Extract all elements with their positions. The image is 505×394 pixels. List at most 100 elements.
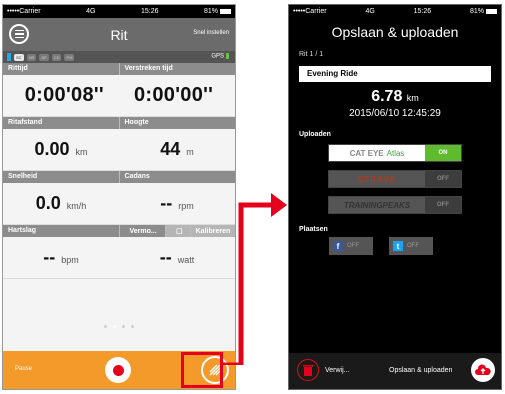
- network-label: 4G: [365, 8, 375, 15]
- altitude-label: Hoogte: [118, 117, 236, 129]
- twitter-toggle[interactable]: t OFF: [389, 237, 433, 255]
- gps-signal-icon: [226, 53, 229, 59]
- upload-button-highlight: [181, 352, 223, 388]
- place-section-label: Plaatsen: [299, 226, 328, 233]
- speed-label: Snelheid: [8, 173, 38, 180]
- battery-icon: [220, 8, 231, 14]
- cadence-value: --: [160, 193, 173, 213]
- social-row: f OFF t OFF: [289, 237, 501, 255]
- page-title: Opslaan & uploaden: [331, 24, 459, 40]
- action-bar: Verwij... Opslaan & uploaden: [289, 353, 501, 389]
- ride-screen: •••••Carrier 4G 15:26 81% Rit Snel inste…: [2, 4, 236, 390]
- ride-time-value: 0:00'08'': [24, 84, 104, 106]
- strava-switch[interactable]: OFF: [425, 171, 461, 187]
- ride-distance-label: Ritafstand: [8, 119, 43, 126]
- power-value: --: [159, 247, 172, 267]
- clock-label: 15:26: [140, 8, 159, 15]
- cadence-unit: rpm: [178, 201, 194, 211]
- arrow-icon: [223, 193, 287, 365]
- cateye-suffix: Atlas: [386, 148, 405, 158]
- cateye-atlas-toggle[interactable]: CAT EYE Atlas ON: [328, 144, 462, 162]
- battery-label: 81%: [469, 8, 484, 15]
- power-unit: watt: [177, 255, 195, 265]
- status-bar: •••••Carrier 4G 15:26 81%: [289, 5, 501, 18]
- facebook-icon: f: [333, 241, 343, 251]
- ride-distance-unit: km: [75, 147, 88, 157]
- sensor-sc: SC: [14, 53, 24, 61]
- facebook-state: OFF: [347, 243, 359, 249]
- distance-values: 0.00 km 44 m: [3, 129, 235, 171]
- carrier-label: •••••Carrier: [7, 8, 41, 15]
- trash-icon: [303, 365, 313, 376]
- altitude-unit: m: [186, 147, 194, 157]
- trainingpeaks-toggle[interactable]: TRAININGPEAKS OFF: [328, 196, 462, 214]
- ride-time-label: Rittijd: [8, 65, 28, 72]
- time-values: 0:00'08'' 0:00'00'': [3, 75, 235, 117]
- facebook-toggle[interactable]: f OFF: [329, 237, 373, 255]
- page-title: Rit: [110, 26, 128, 43]
- speed-values: 0.0 km/h -- rpm: [3, 183, 235, 225]
- delete-button[interactable]: [297, 359, 319, 381]
- network-label: 4G: [86, 8, 96, 15]
- ride-datetime: 2015/06/10 12:45:29: [349, 108, 441, 119]
- battery-icon: [485, 8, 497, 14]
- upload-section-label: Uploaden: [299, 131, 331, 138]
- battery-indicator: 81%: [204, 8, 231, 15]
- sensor-cd: CD: [51, 53, 62, 61]
- twitter-state: OFF: [407, 243, 419, 249]
- calibrate-icon: ▢: [176, 228, 183, 235]
- data-header-row: Rittijd Verstreken tijd: [3, 63, 235, 75]
- record-icon: [112, 364, 124, 376]
- strava-logo: STRAVA: [329, 171, 425, 187]
- carrier-label: •••••Carrier: [293, 8, 327, 15]
- distance-unit: km: [406, 93, 419, 103]
- distance-value: 6.78: [371, 88, 403, 105]
- altitude-value: 44: [160, 139, 181, 159]
- clock-label: 15:26: [413, 8, 432, 15]
- save-upload-screen: •••••Carrier 4G 15:26 81% Opslaan & uplo…: [288, 4, 502, 390]
- ride-name-field[interactable]: Evening Ride: [299, 66, 491, 82]
- ride-distance-value: 0.00: [34, 139, 70, 159]
- menu-button[interactable]: [9, 24, 29, 44]
- sensor-pm: PM: [64, 53, 75, 61]
- page-indicator: [3, 325, 235, 328]
- cateye-name: CAT EYE: [349, 148, 384, 158]
- cloud-upload-icon: [475, 364, 491, 375]
- save-upload-label[interactable]: Opslaan & uploaden: [389, 367, 452, 374]
- speed-value: 0.0: [35, 193, 61, 213]
- pause-label[interactable]: Pause: [15, 366, 32, 372]
- heart-rate-unit: bpm: [61, 255, 79, 265]
- distance-display: 6.78 km: [289, 88, 501, 106]
- record-button[interactable]: [105, 357, 131, 383]
- data-header-row: Ritafstand Hoogte: [3, 117, 235, 129]
- quick-settings-button[interactable]: Snel instellen: [193, 30, 229, 36]
- gps-label: GPS: [211, 53, 224, 60]
- data-header-row: Hartslag Vermo... ▢ Kalibreren: [3, 225, 235, 237]
- cadence-label: Cadans: [118, 171, 236, 183]
- save-upload-button[interactable]: [471, 358, 495, 382]
- elapsed-time-value: 0:00'00'': [134, 84, 214, 106]
- status-bar: •••••Carrier 4G 15:26 81%: [3, 5, 235, 18]
- gps-indicator: GPS: [211, 53, 229, 60]
- twitter-icon: t: [393, 241, 403, 251]
- sensor-bar: SC HR SP CD PM GPS: [3, 51, 235, 63]
- cateye-switch[interactable]: ON: [425, 145, 461, 161]
- heart-rate-label: Hartslag: [8, 227, 37, 234]
- bluetooth-icon: [7, 53, 11, 61]
- trainingpeaks-logo: TRAININGPEAKS: [329, 197, 425, 213]
- trainingpeaks-switch[interactable]: OFF: [425, 197, 461, 213]
- sensor-hr: HR: [26, 53, 37, 61]
- sensor-sp: SP: [39, 53, 49, 61]
- power-header: Vermo... ▢ Kalibreren: [118, 225, 235, 237]
- battery-indicator: 81%: [470, 8, 497, 15]
- strava-toggle[interactable]: STRAVA OFF: [328, 170, 462, 188]
- data-header-row: Snelheid Cadans: [3, 171, 235, 183]
- delete-label[interactable]: Verwij...: [325, 367, 350, 374]
- heart-rate-value: --: [43, 247, 56, 267]
- cateye-logo: CAT EYE Atlas: [329, 145, 425, 161]
- speed-unit: km/h: [66, 201, 87, 211]
- heart-power-values: -- bpm -- watt: [3, 237, 235, 279]
- nav-bar: Rit Snel instellen: [3, 18, 235, 51]
- battery-label: 81%: [203, 8, 218, 15]
- elapsed-time-label: Verstreken tijd: [118, 63, 236, 75]
